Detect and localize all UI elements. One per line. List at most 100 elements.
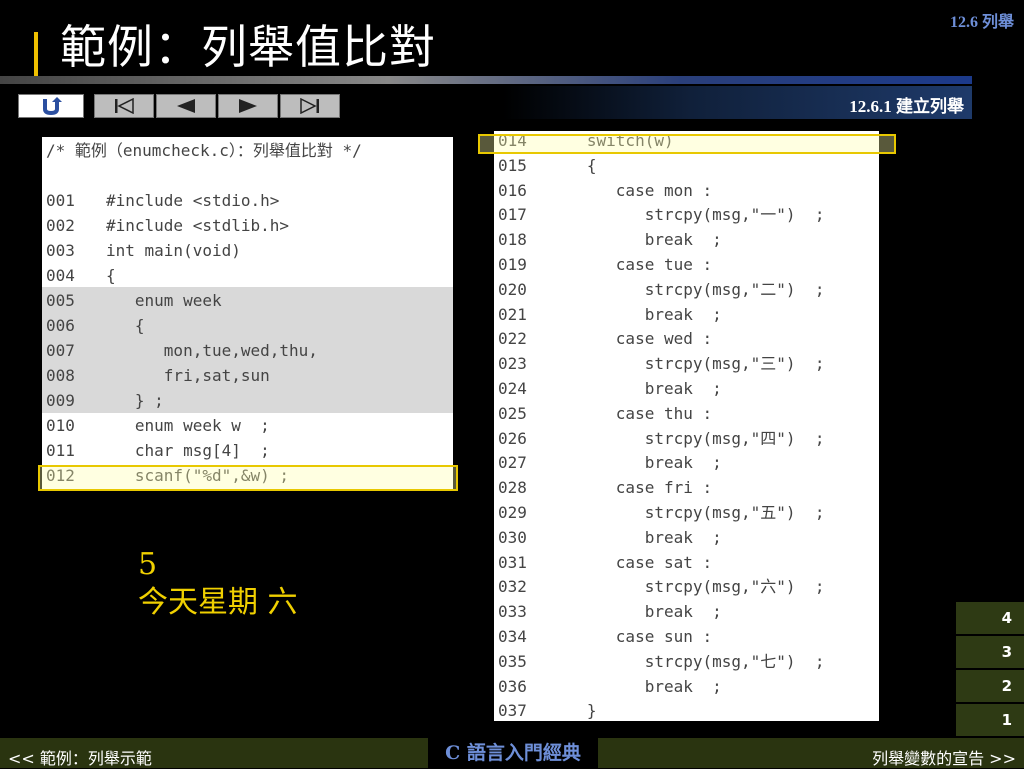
code-text: { [106, 316, 145, 335]
title-rule [0, 76, 972, 84]
play-right-icon [239, 99, 257, 113]
code-text: case sat : [558, 552, 713, 572]
line-number: 001 [46, 191, 75, 210]
code-text: case mon : [558, 180, 713, 200]
prev-slide-button[interactable] [156, 94, 216, 118]
line-number: 018 [498, 230, 527, 250]
code-text: break ; [558, 304, 722, 324]
code-text: enum week [106, 291, 222, 310]
code-text: strcpy(msg,"四") ; [558, 428, 825, 448]
code-line: 009 } ; [42, 389, 453, 414]
line-number: 028 [498, 478, 527, 498]
page-tab-4[interactable]: 4 [956, 602, 1024, 634]
line-number: 026 [498, 428, 527, 448]
code-line: 023 strcpy(msg,"三") ; [494, 352, 879, 377]
code-text: { [106, 266, 116, 285]
line-number: 032 [498, 577, 527, 597]
code-line: 007 mon,tue,wed,thu, [42, 339, 453, 364]
code-text: case tue : [558, 255, 713, 274]
code-text: case fri : [558, 478, 713, 498]
page-tab-1[interactable]: 1 [956, 704, 1024, 736]
code-line: 035 strcpy(msg,"七") ; [494, 650, 879, 675]
code-line: 030 break ; [494, 526, 879, 551]
title-accent-bar [34, 32, 38, 78]
code-panel-right: 014 switch(w) 015 { 016 case mon : 017 s… [494, 131, 879, 721]
line-number: 015 [498, 155, 527, 175]
code-text: break ; [558, 453, 722, 473]
code-text: strcpy(msg,"一") ; [558, 205, 825, 225]
line-number: 008 [46, 366, 75, 385]
code-line: 037 } [494, 699, 879, 724]
code-text: case thu : [558, 403, 713, 423]
last-slide-button[interactable] [280, 94, 340, 118]
play-left-icon [177, 99, 195, 113]
line-number: 037 [498, 701, 527, 721]
code-text: int main(void) [106, 241, 241, 260]
code-line: 033 break ; [494, 600, 879, 625]
code-line: 002 #include <stdlib.h> [42, 214, 453, 239]
book-title: C 語言入門經典 [428, 738, 598, 768]
code-line: 003 int main(void) [42, 239, 453, 264]
code-text: strcpy(msg,"五") ; [558, 503, 825, 522]
code-line: 032 strcpy(msg,"六") ; [494, 575, 879, 600]
code-text: enum week w ; [106, 416, 270, 435]
program-output: 5 今天星期 六 [138, 546, 298, 622]
code-line: 020 strcpy(msg,"二") ; [494, 278, 879, 303]
code-line: 026 strcpy(msg,"四") ; [494, 427, 879, 452]
line-number: 023 [498, 354, 527, 374]
page-tab-2[interactable]: 2 [956, 670, 1024, 702]
line-number: 011 [46, 441, 75, 460]
code-text: case sun : [558, 627, 713, 646]
line-number: 017 [498, 205, 527, 225]
code-text: } [558, 701, 597, 721]
prev-link[interactable]: << 範例：列舉示範 [8, 745, 152, 769]
code-line: 018 break ; [494, 228, 879, 253]
code-line: 031 case sat : [494, 551, 879, 576]
line-number: 019 [498, 255, 527, 274]
code-text: { [558, 155, 597, 175]
code-text: char msg[4] ; [106, 441, 270, 460]
line-number: 021 [498, 304, 527, 324]
code-text: strcpy(msg,"三") ; [558, 354, 825, 374]
code-line: 004 { [42, 264, 453, 289]
code-text: mon,tue,wed,thu, [106, 341, 318, 360]
code-text: case wed : [558, 329, 713, 349]
skip-back-icon [115, 98, 134, 114]
code-line: 010 enum week w ; [42, 414, 453, 439]
line-number: 010 [46, 416, 75, 435]
first-slide-button[interactable] [94, 94, 154, 118]
line-number: 009 [46, 391, 75, 410]
line-number: 024 [498, 379, 527, 398]
subtitle: 12.6.1 建立列舉 [849, 97, 964, 116]
line-number: 035 [498, 651, 527, 671]
next-link[interactable]: 列舉變數的宣告 >> [872, 745, 1016, 769]
code-line: 036 break ; [494, 675, 879, 700]
code-line: 005 enum week [42, 289, 453, 314]
code-line: 015 { [494, 154, 879, 179]
code-text: strcpy(msg,"二") ; [558, 279, 825, 299]
code-line: 001 #include <stdio.h> [42, 189, 453, 214]
code-text: break ; [558, 230, 722, 250]
code-line: 025 case thu : [494, 402, 879, 427]
code-text: strcpy(msg,"七") ; [558, 651, 825, 671]
code-line: 011 char msg[4] ; [42, 439, 453, 464]
line-number: 002 [46, 216, 75, 235]
code-line: 028 case fri : [494, 476, 879, 501]
next-slide-button[interactable] [218, 94, 278, 118]
line-number: 006 [46, 316, 75, 335]
line-number: 031 [498, 552, 527, 572]
line-number: 007 [46, 341, 75, 360]
line-number: 029 [498, 503, 527, 522]
line-number: 005 [46, 291, 75, 310]
line-number: 020 [498, 279, 527, 299]
page-tab-3[interactable]: 3 [956, 636, 1024, 668]
line-number: 003 [46, 241, 75, 260]
code-text: strcpy(msg,"六") ; [558, 577, 825, 597]
code-line: 017 strcpy(msg,"一") ; [494, 203, 879, 228]
page-title: 範例：列舉值比對 [60, 20, 436, 74]
line-number: 034 [498, 627, 527, 646]
output-result: 今天星期 六 [138, 585, 298, 620]
section-tag: 12.6 列舉 [949, 14, 1014, 31]
code-text: break ; [558, 602, 722, 622]
home-button[interactable] [18, 94, 84, 118]
